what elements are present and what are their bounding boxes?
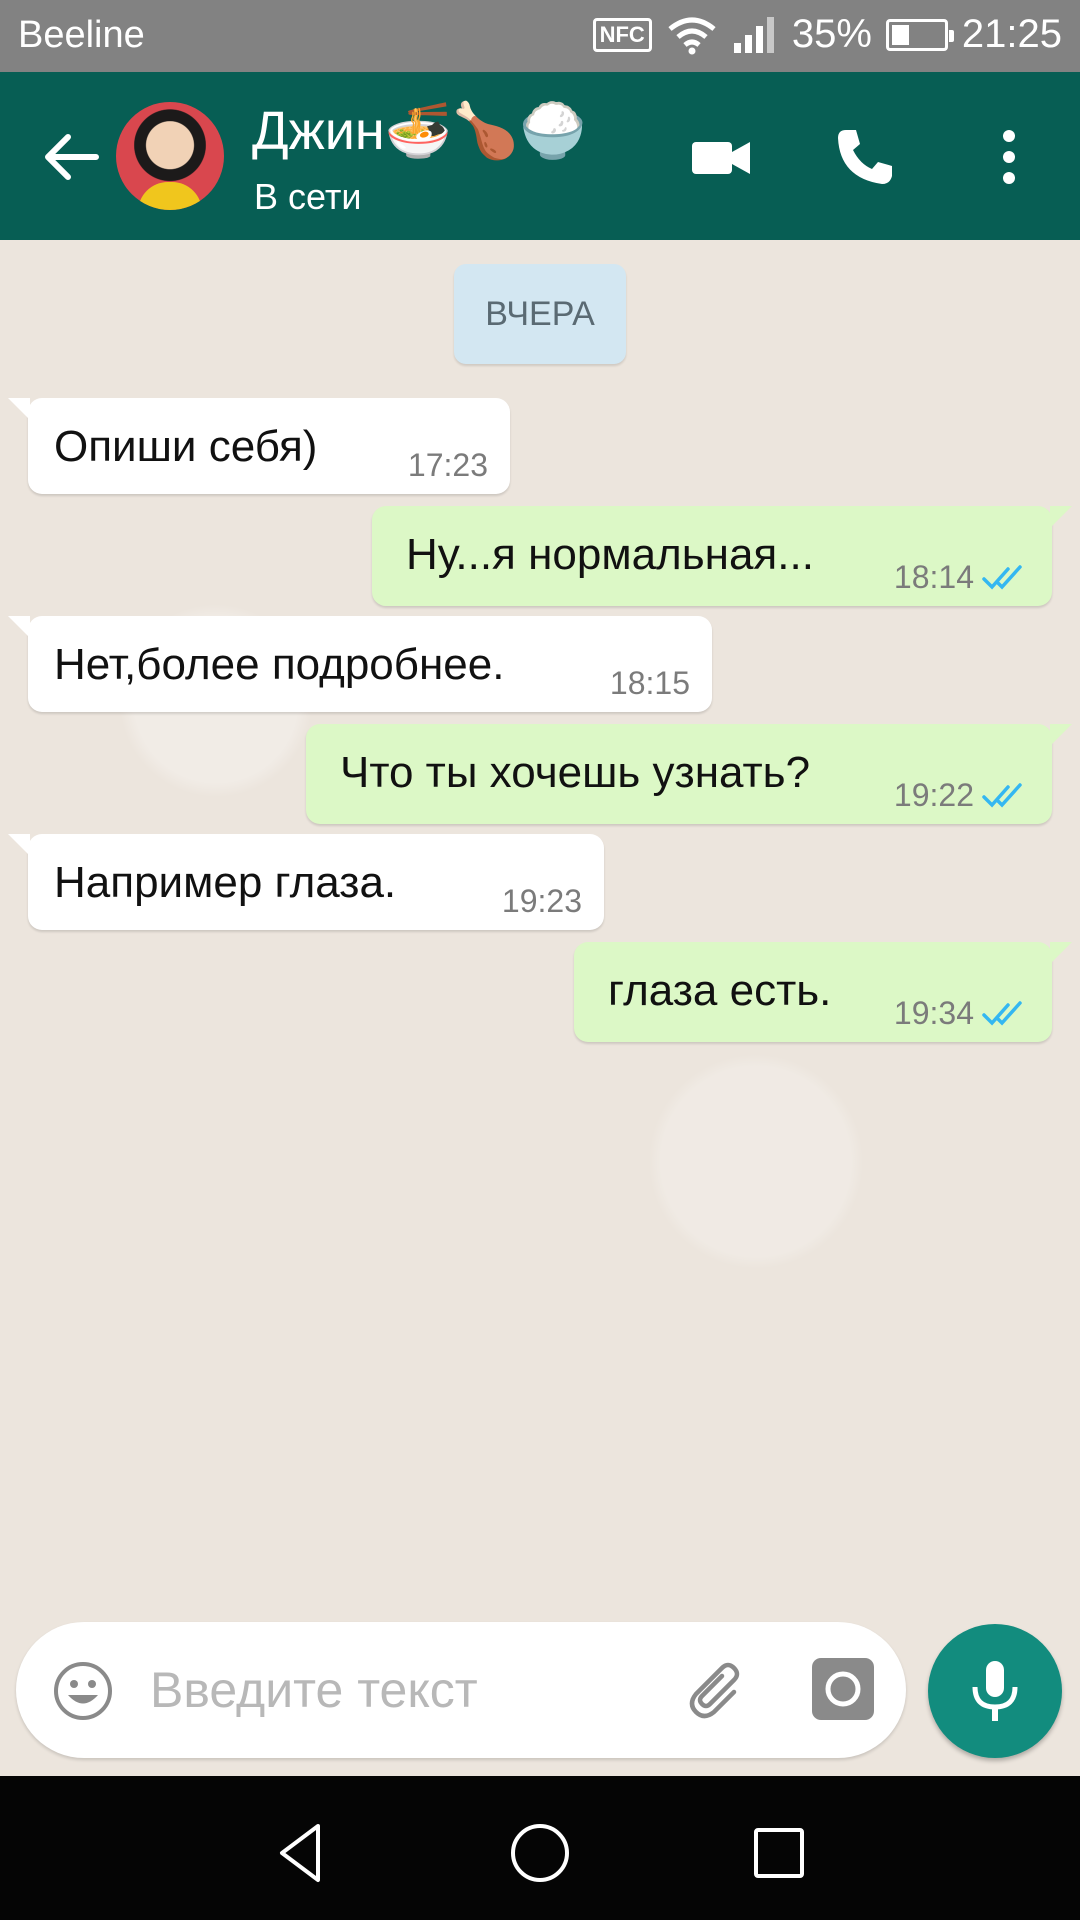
message-meta: 19:23 <box>502 883 582 920</box>
contact-name[interactable]: Джин🍜🍗🍚 <box>252 100 586 163</box>
wifi-icon <box>668 17 716 54</box>
clock: 21:25 <box>961 12 1062 56</box>
mic-button[interactable] <box>928 1624 1062 1758</box>
chat-header: Джин🍜🍗🍚 В сети <box>0 72 1080 240</box>
message-incoming[interactable]: Опиши себя) 17:23 <box>8 398 510 494</box>
nfc-icon: NFC <box>592 17 652 52</box>
phone-icon[interactable] <box>832 124 898 190</box>
message-outgoing[interactable]: глаза есть. 19:34 <box>574 942 1072 1042</box>
message-meta: 19:34 <box>894 995 1030 1032</box>
message-time: 19:22 <box>893 777 974 813</box>
message-input[interactable] <box>150 1650 670 1730</box>
message-text: глаза есть. <box>608 966 832 1015</box>
message-meta: 19:22 <box>894 777 1030 814</box>
nav-recent-apps-icon[interactable] <box>744 1818 814 1888</box>
message-text: Нет,более подробнее. <box>54 640 505 689</box>
contact-status: В сети <box>254 176 362 217</box>
battery-percent: 35% <box>791 12 872 56</box>
date-divider: ВЧЕРА <box>454 264 626 364</box>
back-arrow-icon[interactable] <box>36 122 106 192</box>
message-meta: 18:15 <box>610 665 690 702</box>
mic-icon <box>972 1661 1018 1721</box>
status-indicators: NFC 35% 21:25 <box>592 12 1062 57</box>
video-camera-icon[interactable] <box>688 124 754 190</box>
more-vert-icon[interactable] <box>986 124 1032 190</box>
read-ticks-icon <box>982 1000 1022 1026</box>
message-meta: 17:23 <box>408 447 488 484</box>
status-bar: Beeline NFC 35% 21:25 <box>0 0 1080 72</box>
message-text: Опиши себя) <box>54 422 318 471</box>
message-time: 17:23 <box>407 447 488 483</box>
nav-back-icon[interactable] <box>266 1818 336 1888</box>
carrier-name: Beeline <box>18 14 145 56</box>
avatar[interactable] <box>116 102 224 210</box>
message-incoming[interactable]: Например глаза. 19:23 <box>8 834 604 930</box>
read-ticks-icon <box>982 782 1022 808</box>
message-text: Что ты хочешь узнать? <box>340 748 811 797</box>
nav-home-icon[interactable] <box>505 1818 575 1888</box>
message-incoming[interactable]: Нет,более подробнее. 18:15 <box>8 616 712 712</box>
paperclip-icon[interactable] <box>684 1658 750 1724</box>
message-text: Например глаза. <box>54 858 397 907</box>
camera-icon[interactable] <box>810 1656 876 1722</box>
message-time: 18:15 <box>609 665 690 701</box>
battery-icon <box>885 18 954 51</box>
message-time: 18:14 <box>893 559 974 595</box>
message-text: Ну...я нормальная... <box>406 530 814 579</box>
emoji-icon[interactable] <box>52 1660 114 1722</box>
message-time: 19:34 <box>893 995 974 1031</box>
message-outgoing[interactable]: Что ты хочешь узнать? 19:22 <box>306 724 1072 824</box>
message-composer <box>16 1622 906 1758</box>
signal-icon <box>733 16 774 53</box>
message-meta: 18:14 <box>894 559 1030 596</box>
message-time: 19:23 <box>501 883 582 919</box>
chat-area[interactable]: ВЧЕРА Опиши себя) 17:23 Ну...я нормальна… <box>0 240 1080 1776</box>
system-nav-bar <box>0 1776 1080 1920</box>
read-ticks-icon <box>982 564 1022 590</box>
message-outgoing[interactable]: Ну...я нормальная... 18:14 <box>372 506 1072 606</box>
